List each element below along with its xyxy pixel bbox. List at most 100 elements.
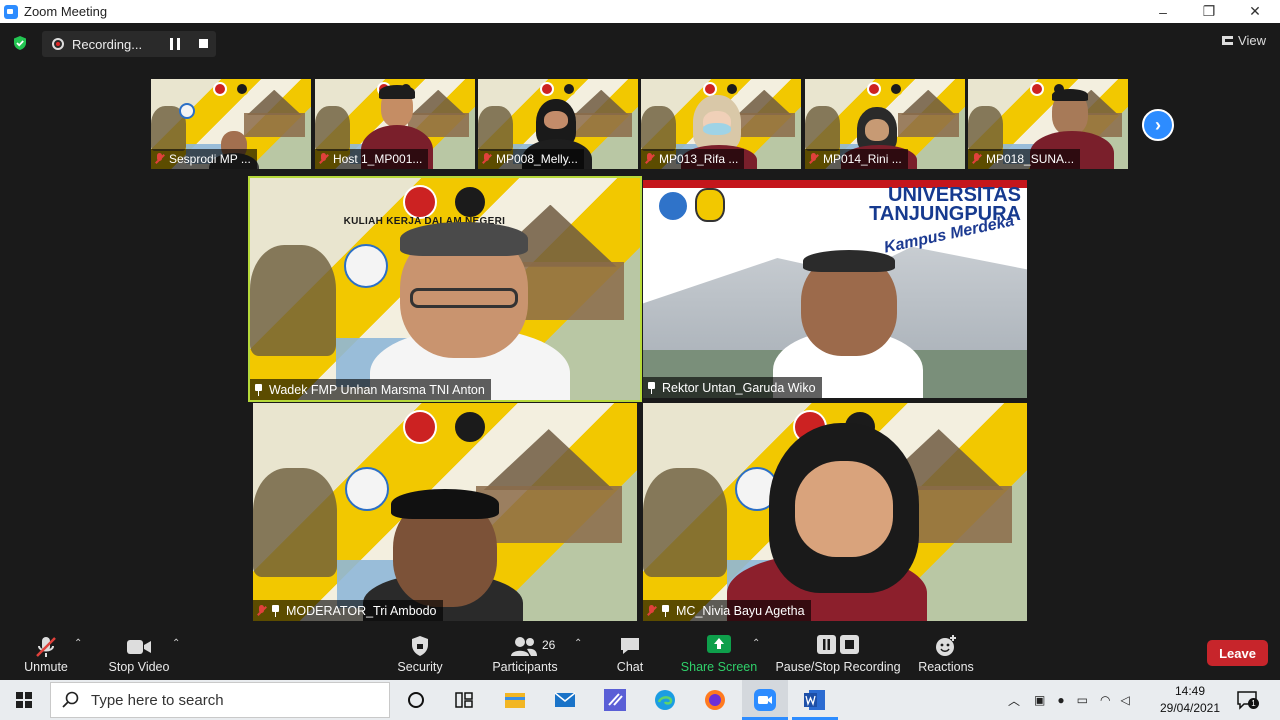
video-options-caret-icon[interactable]: ⌃ — [172, 638, 180, 649]
muted-mic-icon — [319, 153, 328, 165]
view-button[interactable]: View — [1222, 33, 1266, 48]
unmute-button[interactable]: Unmute — [14, 628, 78, 680]
clock-date: 29/04/2021 — [1159, 701, 1221, 715]
participant-name: Host 1_MP001... — [315, 149, 429, 169]
chat-label: Chat — [616, 660, 644, 674]
security-button[interactable]: Security — [392, 628, 448, 680]
video-tile[interactable]: KULIAH KERJA DALAM NEGERI Wadek FMP Unha… — [248, 176, 642, 402]
video-tile[interactable]: MODERATOR_Tri Ambodo — [253, 403, 637, 621]
security-label: Security — [397, 660, 443, 674]
stop-recording-icon[interactable] — [199, 39, 208, 48]
notification-count: 1 — [1248, 698, 1259, 709]
share-screen-icon — [707, 635, 731, 653]
notification-center-icon[interactable]: 1 — [1236, 690, 1259, 710]
pause-stop-recording-label: Pause/Stop Recording — [775, 660, 901, 674]
taskbar-clock[interactable]: 14:49 29/04/2021 — [1155, 683, 1225, 717]
windows-logo-icon — [16, 692, 32, 708]
share-options-caret-icon[interactable]: ⌃ — [752, 638, 760, 649]
cortana-icon[interactable] — [404, 688, 428, 712]
pause-recording-icon[interactable] — [170, 38, 180, 50]
search-icon — [62, 691, 79, 708]
video-tile[interactable]: UNIVERSITAS TANJUNGPURA Kampus Merdeka R… — [643, 180, 1027, 398]
window-title: Zoom Meeting — [24, 4, 108, 19]
pause-stop-recording-button[interactable]: Pause/Stop Recording — [775, 628, 901, 680]
start-button[interactable] — [0, 680, 48, 720]
minimize-button[interactable]: – — [1140, 0, 1186, 23]
pen-app-icon[interactable] — [603, 688, 627, 712]
battery-icon[interactable]: ▭ — [1077, 693, 1088, 707]
word-icon[interactable] — [803, 688, 827, 712]
close-button[interactable]: ✕ — [1232, 0, 1278, 23]
windows-taskbar: Type here to search ︿ ▣ ● ▭ ◠ ◁ 14:49 29… — [0, 680, 1280, 720]
muted-mic-icon — [809, 153, 818, 165]
system-tray: ︿ ▣ ● ▭ ◠ ◁ — [1008, 680, 1130, 720]
participant-name: MP013_Rifa ... — [641, 149, 745, 169]
meeting-controls: Unmute ⌃ Stop Video ⌃ Security 26 Partic… — [0, 628, 1280, 680]
clock-time: 14:49 — [1174, 684, 1206, 698]
muted-mic-icon — [155, 153, 164, 165]
participants-label: Participants — [492, 660, 558, 674]
share-screen-button[interactable]: Share Screen — [680, 628, 758, 680]
share-screen-label: Share Screen — [680, 660, 758, 674]
participant-thumbnail[interactable]: MP014_Rini ... — [805, 79, 965, 169]
taskbar-search-box[interactable]: Type here to search — [50, 682, 390, 718]
pause-stop-recording-icon — [817, 635, 859, 654]
reactions-button[interactable]: Reactions — [914, 628, 978, 680]
chat-bubble-icon — [621, 638, 639, 654]
muted-mic-icon — [36, 637, 56, 657]
participant-thumbnail[interactable]: MP018_SUNA... — [968, 79, 1128, 169]
muted-mic-icon — [257, 604, 266, 617]
unmute-label: Unmute — [24, 660, 68, 674]
participant-thumbnail[interactable]: MP013_Rifa ... — [641, 79, 801, 169]
participant-thumbnail[interactable]: Host 1_MP001... — [315, 79, 475, 169]
next-page-button[interactable]: › — [1142, 109, 1174, 141]
audio-options-caret-icon[interactable]: ⌃ — [74, 638, 82, 649]
chat-button[interactable]: Chat — [606, 628, 654, 680]
recording-dot-icon — [52, 38, 64, 50]
zoom-app: Zoom Meeting – ❐ ✕ Recording... View Ses… — [0, 0, 1280, 720]
zoom-taskbar-icon[interactable] — [753, 688, 777, 712]
leave-button[interactable]: Leave — [1207, 640, 1268, 666]
participants-icon — [511, 637, 537, 656]
firefox-icon[interactable] — [703, 688, 727, 712]
participant-name: MP008_Melly... — [478, 149, 584, 169]
participant-name: MP018_SUNA... — [968, 149, 1081, 169]
participant-thumbnail[interactable]: MP008_Melly... — [478, 79, 638, 169]
security-shield-icon — [412, 636, 428, 656]
file-explorer-icon[interactable] — [503, 688, 527, 712]
participant-name: MC_Nivia Bayu Agetha — [643, 600, 811, 621]
zoom-app-icon — [4, 4, 18, 19]
search-placeholder: Type here to search — [91, 691, 224, 709]
volume-icon[interactable]: ◁ — [1120, 693, 1129, 707]
muted-mic-icon — [972, 153, 981, 165]
stop-video-button[interactable]: Stop Video — [104, 628, 174, 680]
stop-video-label: Stop Video — [108, 660, 170, 674]
edge-browser-icon[interactable] — [653, 688, 677, 712]
recording-indicator: Recording... — [42, 31, 216, 57]
pin-icon — [647, 381, 656, 394]
mail-icon[interactable] — [553, 688, 577, 712]
task-view-icon[interactable] — [452, 688, 476, 712]
participant-name: Wadek FMP Unhan Marsma TNI Anton — [250, 379, 491, 400]
recording-label: Recording... — [72, 36, 143, 52]
participant-thumbnail[interactable]: Sesprodi MP ... — [151, 79, 311, 169]
participants-count: 26 — [542, 638, 556, 652]
muted-mic-icon — [482, 153, 491, 165]
participants-options-caret-icon[interactable]: ⌃ — [574, 638, 582, 649]
participant-name: MODERATOR_Tri Ambodo — [253, 600, 443, 621]
encryption-shield-icon[interactable] — [12, 35, 28, 51]
video-camera-icon — [127, 640, 151, 654]
wifi-icon[interactable]: ◠ — [1100, 693, 1110, 707]
pin-icon — [661, 604, 670, 617]
tray-device-icon[interactable]: ▣ — [1034, 693, 1045, 707]
window-titlebar: Zoom Meeting – ❐ ✕ — [0, 0, 1280, 23]
tray-expand-icon[interactable]: ︿ — [1008, 692, 1020, 709]
participants-button[interactable]: 26 Participants — [488, 628, 562, 680]
chevron-right-icon: › — [1155, 114, 1161, 135]
restore-button[interactable]: ❐ — [1186, 0, 1232, 23]
view-grid-icon — [1222, 36, 1234, 45]
pin-icon — [271, 604, 280, 617]
reactions-label: Reactions — [918, 660, 974, 674]
tray-mic-icon[interactable]: ● — [1057, 693, 1064, 707]
video-tile[interactable]: MC_Nivia Bayu Agetha — [643, 403, 1027, 621]
